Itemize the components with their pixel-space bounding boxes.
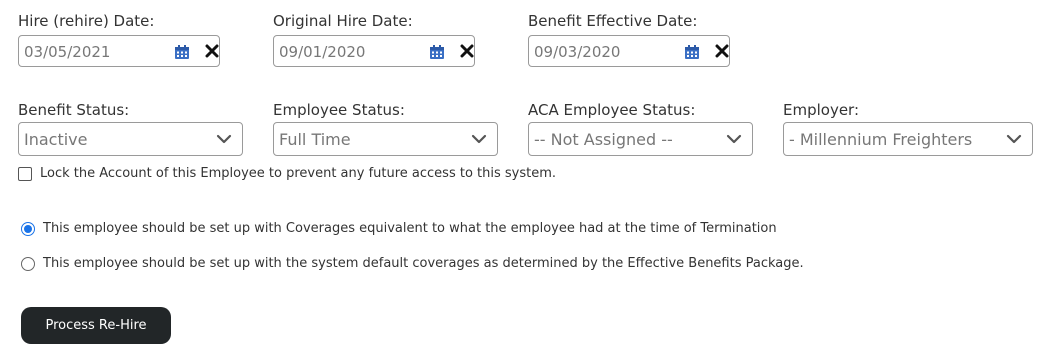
benefit-effective-date-field[interactable]: 09/03/2020 — [528, 35, 730, 67]
benefit-status-value: Inactive — [24, 130, 88, 149]
coverage-option-default[interactable]: This employee should be set up with the … — [21, 256, 804, 271]
benefit-status-select[interactable]: Inactive — [18, 122, 243, 156]
employee-status-select[interactable]: Full Time — [273, 122, 498, 156]
hire-date-field[interactable]: 03/05/2021 — [18, 35, 220, 67]
chevron-down-icon — [726, 134, 742, 144]
hire-date-value: 03/05/2021 — [24, 43, 111, 61]
clear-x-icon[interactable] — [205, 44, 219, 58]
lock-account-label: Lock the Account of this Employee to pre… — [40, 166, 557, 181]
calendar-icon[interactable] — [429, 44, 445, 60]
benefit-effective-date-label: Benefit Effective Date: — [528, 12, 698, 30]
coverage-termination-label: This employee should be set up with Cove… — [43, 221, 777, 236]
employee-status-label: Employee Status: — [273, 101, 405, 119]
original-hire-date-label: Original Hire Date: — [273, 12, 413, 30]
calendar-icon[interactable] — [174, 44, 190, 60]
original-hire-date-field[interactable]: 09/01/2020 — [273, 35, 475, 67]
hire-date-label: Hire (rehire) Date: — [18, 12, 155, 30]
lock-account-row[interactable]: Lock the Account of this Employee to pre… — [18, 166, 556, 181]
aca-employee-status-select[interactable]: -- Not Assigned -- — [528, 122, 753, 156]
chevron-down-icon — [471, 134, 487, 144]
benefit-status-label: Benefit Status: — [18, 101, 130, 119]
clear-x-icon[interactable] — [460, 44, 474, 58]
process-rehire-button[interactable]: Process Re-Hire — [21, 307, 171, 344]
coverage-default-label: This employee should be set up with the … — [43, 256, 804, 271]
original-hire-date-value: 09/01/2020 — [279, 43, 366, 61]
coverage-default-radio[interactable] — [21, 256, 35, 271]
benefit-effective-date-value: 09/03/2020 — [534, 43, 621, 61]
coverage-termination-radio[interactable] — [21, 221, 35, 236]
chevron-down-icon — [216, 134, 232, 144]
coverage-option-termination[interactable]: This employee should be set up with Cove… — [21, 221, 777, 236]
chevron-down-icon — [1006, 134, 1022, 144]
lock-account-checkbox[interactable] — [18, 166, 32, 181]
employee-status-value: Full Time — [279, 130, 351, 149]
employer-select[interactable]: - Millennium Freighters — [783, 122, 1033, 156]
aca-employee-status-label: ACA Employee Status: — [528, 101, 696, 119]
employer-label: Employer: — [783, 101, 860, 119]
calendar-icon[interactable] — [684, 44, 700, 60]
employer-value: - Millennium Freighters — [789, 130, 973, 149]
aca-employee-status-value: -- Not Assigned -- — [534, 130, 673, 149]
clear-x-icon[interactable] — [715, 44, 729, 58]
